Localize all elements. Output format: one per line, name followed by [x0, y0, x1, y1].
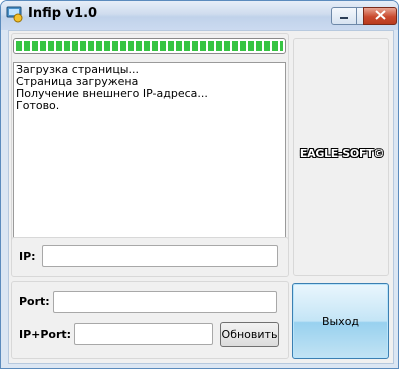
close-button[interactable]	[363, 7, 397, 25]
main-window: Infip v1.0 Загрузка страницы... Страница…	[0, 0, 399, 369]
ip-label: IP:	[19, 250, 36, 263]
port-label: Port:	[19, 295, 50, 308]
ipport-label: IP+Port:	[19, 328, 72, 341]
minimize-button[interactable]	[331, 7, 357, 25]
ip-field[interactable]	[42, 245, 278, 267]
window-title: Infip v1.0	[28, 6, 98, 21]
minimize-icon	[339, 10, 349, 23]
ipport-field[interactable]	[74, 323, 213, 345]
app-icon	[6, 5, 24, 23]
progress-fill	[16, 41, 283, 51]
client-area: Загрузка страницы... Страница загружена …	[8, 30, 394, 364]
close-icon	[374, 9, 386, 23]
progress-bar	[13, 38, 286, 54]
log-box[interactable]: Загрузка страницы... Страница загружена …	[13, 62, 286, 261]
title-bar[interactable]: Infip v1.0	[1, 1, 398, 30]
brand-label: EAGLE-SOFT©	[299, 147, 385, 160]
log-line: Готово.	[16, 99, 60, 112]
refresh-button[interactable]: Обновить	[220, 322, 279, 347]
exit-button[interactable]: Выход	[292, 283, 389, 359]
brand-panel: EAGLE-SOFT©	[293, 38, 389, 276]
port-field[interactable]	[53, 291, 277, 313]
